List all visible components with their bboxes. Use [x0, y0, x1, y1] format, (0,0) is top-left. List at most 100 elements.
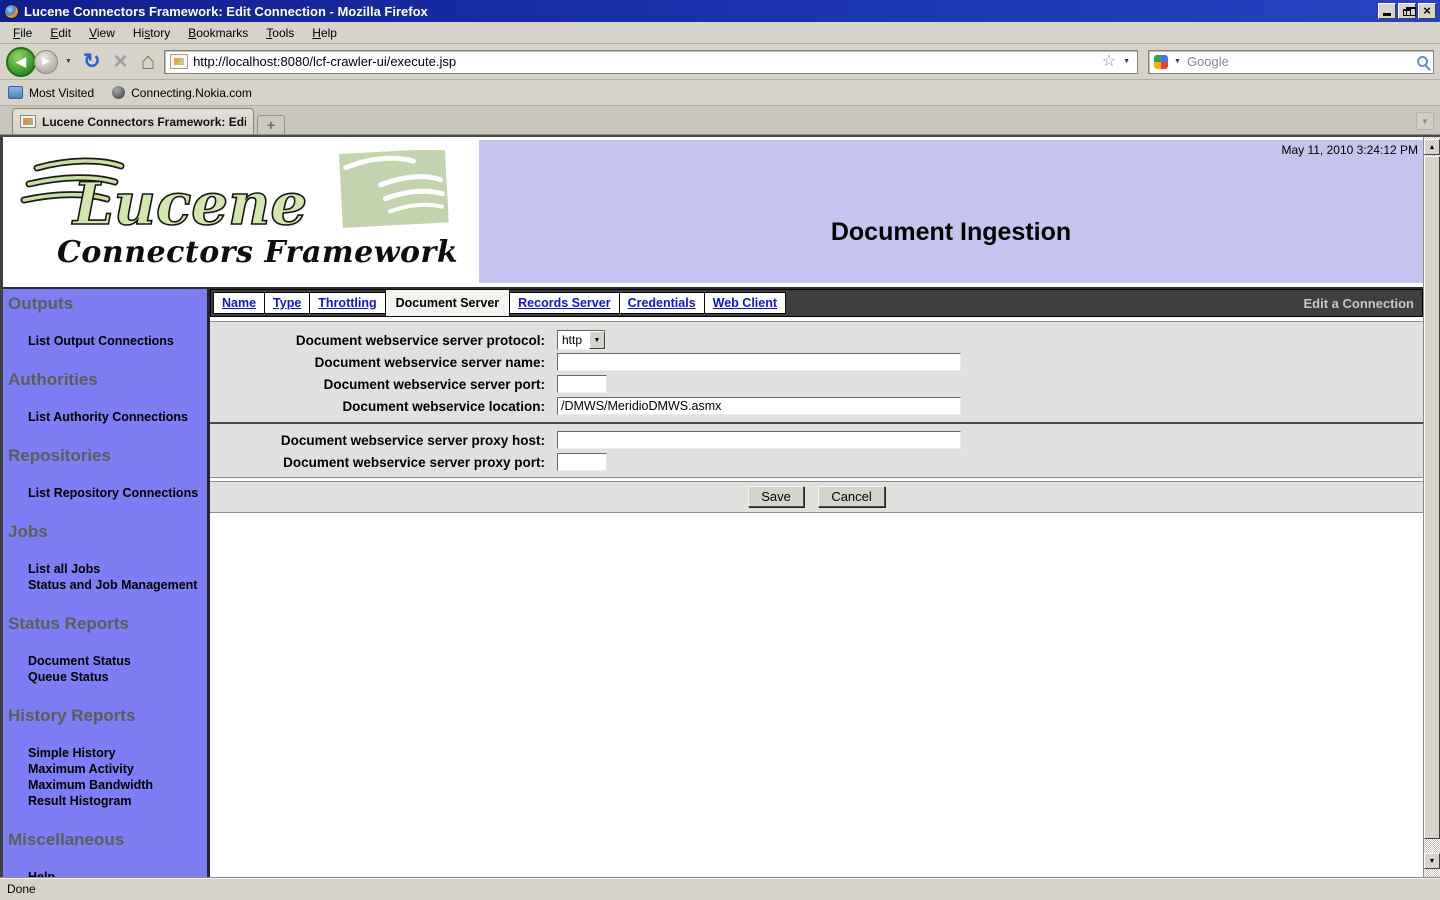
back-icon: ◀	[16, 54, 26, 70]
browser-window: Lucene Connectors Framework: Edit Connec…	[0, 0, 1440, 900]
protocol-select[interactable]: http ▼	[557, 330, 606, 350]
tab-credentials[interactable]: Credentials	[619, 292, 705, 314]
server-port-input[interactable]	[557, 375, 607, 393]
firefox-icon	[4, 4, 19, 19]
sidebar-link-list-authority-connections[interactable]: List Authority Connections	[28, 409, 207, 425]
history-dropdown-button[interactable]: ▼	[63, 58, 74, 65]
forward-button[interactable]: ▶	[34, 50, 58, 74]
minimize-button[interactable]	[1378, 3, 1396, 19]
tab-web-client[interactable]: Web Client	[704, 292, 786, 314]
logo-document-icon	[339, 150, 449, 228]
sidebar-link-queue-status[interactable]: Queue Status	[28, 669, 207, 685]
web-page: Lucene Connectors Framework May 11, 2010…	[0, 137, 1423, 877]
scroll-up-button[interactable]: ▲	[1424, 139, 1440, 155]
sidebar-header-status-reports: Status Reports	[8, 614, 207, 634]
menu-bookmarks[interactable]: Bookmarks	[180, 23, 256, 43]
sidebar-header-jobs: Jobs	[8, 522, 207, 542]
close-icon: ×	[1423, 4, 1431, 18]
sidebar-link-list-output-connections[interactable]: List Output Connections	[28, 333, 207, 349]
server-name-label: Document webservice server name:	[210, 355, 557, 370]
vertical-scrollbar[interactable]: ▲ ▼	[1423, 137, 1440, 877]
google-engine-icon	[1154, 55, 1168, 69]
close-button[interactable]: ×	[1418, 3, 1436, 19]
status-bar: Done	[0, 877, 1440, 900]
stop-button[interactable]: ×	[110, 50, 132, 74]
location-input[interactable]	[557, 397, 961, 415]
button-band: Save Cancel	[210, 481, 1423, 513]
form-separator	[210, 422, 1423, 424]
search-box[interactable]: ▼	[1148, 50, 1434, 74]
home-icon: ⌂	[141, 48, 156, 75]
form-row: Document webservice server port:	[210, 373, 1423, 395]
tab-document-server[interactable]: Document Server	[385, 289, 511, 317]
tab-records-server[interactable]: Records Server	[509, 292, 619, 314]
menu-bar: File Edit View History Bookmarks Tools H…	[0, 22, 1440, 44]
form-row: Document webservice server proxy host:	[210, 429, 1423, 451]
restore-button[interactable]	[1398, 3, 1416, 19]
menu-history[interactable]: History	[125, 23, 178, 43]
sidebar-header-history-reports: History Reports	[8, 706, 207, 726]
menu-file[interactable]: File	[5, 23, 40, 43]
bookmark-star-icon[interactable]: ☆	[1102, 54, 1116, 70]
bookmark-connecting-nokia[interactable]: Connecting.Nokia.com	[112, 86, 252, 100]
proxy-host-input[interactable]	[557, 431, 961, 449]
page-header: Lucene Connectors Framework May 11, 2010…	[3, 140, 1423, 283]
menu-view[interactable]: View	[81, 23, 123, 43]
scroll-down-button[interactable]: ▼	[1424, 853, 1440, 869]
tab-bar: Lucene Connectors Framework: Edit ... + …	[0, 106, 1440, 135]
page-viewport: Lucene Connectors Framework May 11, 2010…	[0, 135, 1440, 877]
sidebar-header-miscellaneous: Miscellaneous	[8, 830, 207, 850]
server-name-input[interactable]	[557, 353, 961, 371]
browser-tab[interactable]: Lucene Connectors Framework: Edit ...	[12, 108, 254, 134]
refresh-icon: ↻	[83, 50, 101, 73]
search-input[interactable]	[1187, 54, 1413, 69]
logo-wordmark: Lucene	[71, 170, 307, 238]
back-button[interactable]: ◀	[6, 47, 36, 77]
sidebar-link-list-repository-connections[interactable]: List Repository Connections	[28, 485, 207, 501]
sidebar: Outputs List Output Connections Authorit…	[3, 289, 210, 877]
proxy-port-label: Document webservice server proxy port:	[210, 455, 557, 470]
cancel-button[interactable]: Cancel	[818, 486, 884, 507]
sidebar-link-maximum-bandwidth[interactable]: Maximum Bandwidth	[28, 777, 207, 793]
menu-help[interactable]: Help	[304, 23, 345, 43]
sidebar-link-status-job-management[interactable]: Status and Job Management	[28, 577, 207, 593]
minimize-icon	[1383, 13, 1391, 16]
menu-edit[interactable]: Edit	[42, 23, 79, 43]
tab-name[interactable]: Name	[213, 292, 265, 314]
main-panel: Name Type Throttling Document Server Rec…	[210, 289, 1423, 877]
form-row: Document webservice server proxy port:	[210, 451, 1423, 473]
save-button[interactable]: Save	[748, 486, 804, 507]
select-dropdown-icon[interactable]: ▼	[589, 331, 605, 349]
sidebar-link-list-all-jobs[interactable]: List all Jobs	[28, 561, 207, 577]
sidebar-link-document-status[interactable]: Document Status	[28, 653, 207, 669]
folder-icon	[8, 86, 23, 99]
tab-throttling[interactable]: Throttling	[309, 292, 385, 314]
proxy-port-input[interactable]	[557, 453, 607, 471]
list-all-tabs-button[interactable]: ▼	[1416, 112, 1434, 130]
sidebar-link-simple-history[interactable]: Simple History	[28, 745, 207, 761]
navigation-toolbar: ◀ ▶ ▼ ↻ × ⌂ ☆ ▼ ▼	[0, 44, 1440, 80]
new-tab-button[interactable]: +	[257, 115, 285, 134]
tab-type[interactable]: Type	[264, 292, 310, 314]
lucene-logo: Lucene	[17, 150, 462, 246]
scrollbar-thumb[interactable]	[1424, 156, 1440, 839]
form-row: Document webservice server name:	[210, 351, 1423, 373]
sidebar-header-outputs: Outputs	[8, 294, 207, 314]
tab-title: Lucene Connectors Framework: Edit ...	[42, 115, 246, 129]
menu-tools[interactable]: Tools	[258, 23, 302, 43]
proxy-host-label: Document webservice server proxy host:	[210, 433, 557, 448]
sidebar-link-help[interactable]: Help	[28, 869, 207, 877]
bookmark-most-visited[interactable]: Most Visited	[8, 86, 94, 100]
sidebar-link-maximum-activity[interactable]: Maximum Activity	[28, 761, 207, 777]
search-engine-dropdown[interactable]: ▼	[1172, 58, 1183, 65]
home-button[interactable]: ⌂	[137, 50, 160, 74]
sidebar-link-result-histogram[interactable]: Result Histogram	[28, 793, 207, 809]
url-input[interactable]	[193, 54, 1097, 69]
refresh-button[interactable]: ↻	[79, 51, 105, 72]
protocol-label: Document webservice server protocol:	[210, 333, 557, 348]
url-dropdown-button[interactable]: ▼	[1121, 58, 1132, 65]
tab-favicon-icon	[20, 115, 36, 128]
search-icon[interactable]	[1417, 56, 1428, 67]
site-icon	[112, 86, 125, 99]
url-bar[interactable]: ☆ ▼	[164, 50, 1138, 74]
